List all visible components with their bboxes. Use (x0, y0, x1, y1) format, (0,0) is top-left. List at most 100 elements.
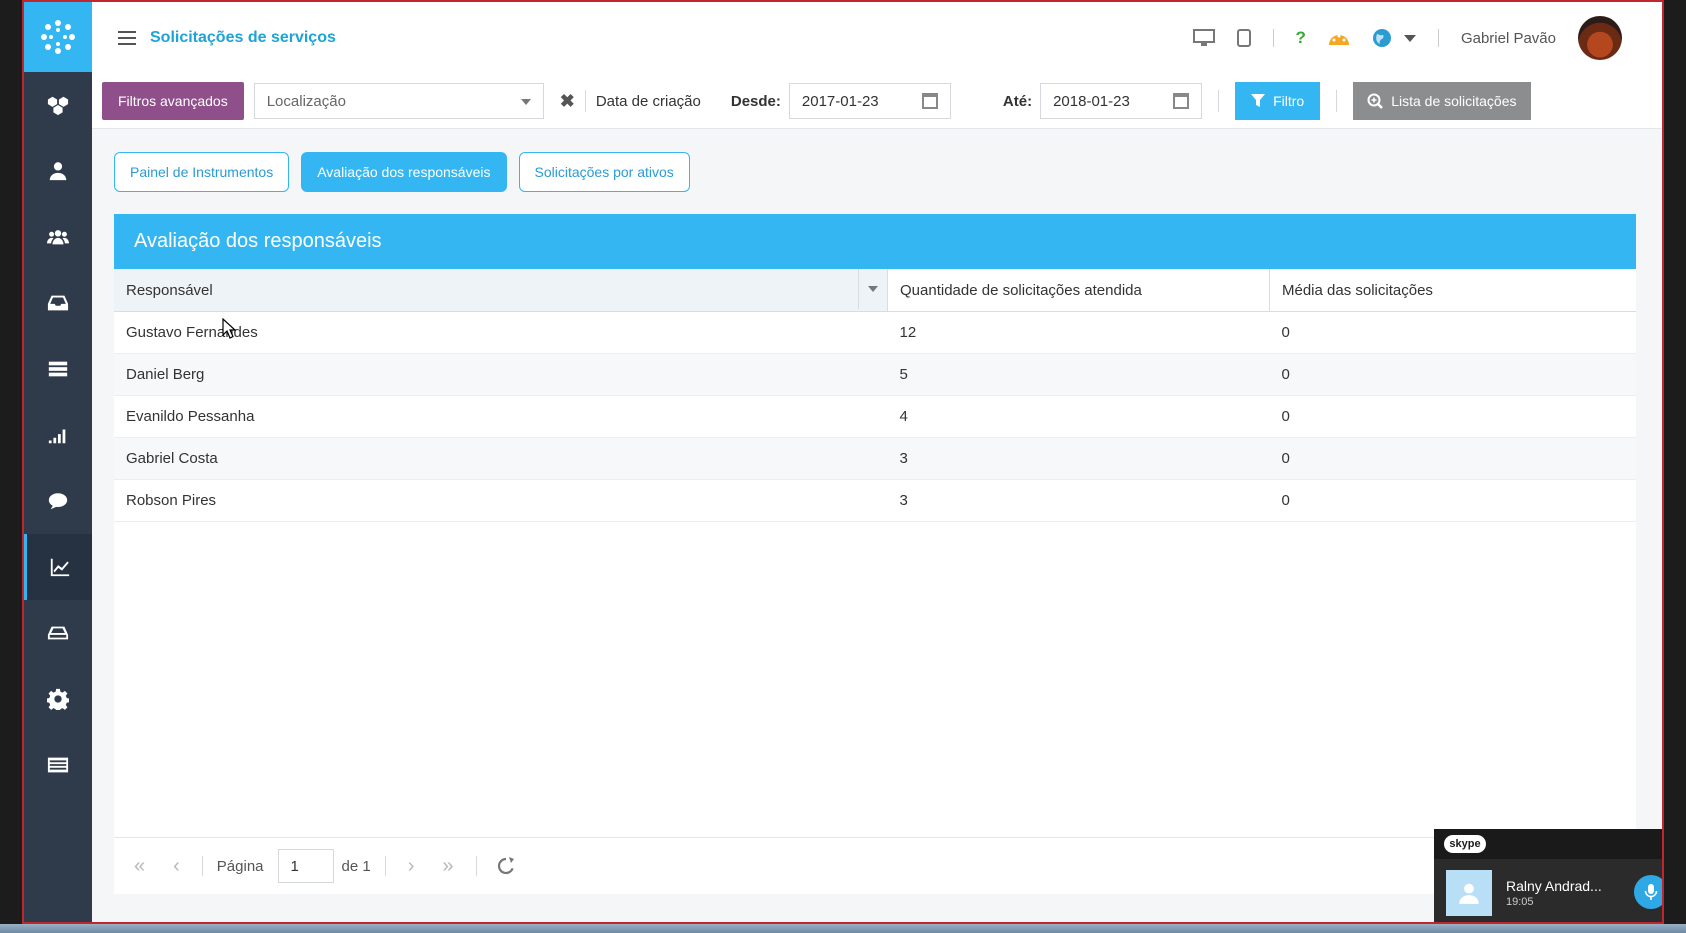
sidebar-item-reports[interactable] (24, 534, 92, 600)
to-date-value: 2018-01-23 (1053, 92, 1130, 110)
view-tabs: Painel de Instrumentos Avaliação dos res… (114, 152, 690, 192)
window-right-edge (1664, 0, 1686, 933)
call-time: 19:05 (1506, 895, 1534, 908)
sidebar-item-servers[interactable] (24, 336, 92, 402)
divider (1336, 90, 1338, 112)
skype-logo: skype (1444, 835, 1486, 853)
to-date-input[interactable]: 2018-01-23 (1040, 83, 1203, 119)
sidebar-item-user[interactable] (24, 138, 92, 204)
cell-average: 0 (1269, 311, 1636, 354)
user-icon (49, 162, 67, 181)
next-page-icon[interactable]: › (408, 855, 415, 878)
divider (1218, 90, 1220, 112)
app-window: Solicitações de serviços ? Gabriel Pavão… (22, 0, 1664, 924)
cell-responsible: Daniel Berg (114, 353, 888, 396)
cell-count: 3 (887, 479, 1270, 522)
os-taskbar (0, 924, 1686, 933)
chevron-down-icon (868, 286, 878, 292)
skype-notification[interactable]: skype Ralny Andrad... 19:05 (1434, 829, 1662, 922)
sidebar-item-chat[interactable] (24, 468, 92, 534)
skype-call-card[interactable]: Ralny Andrad... 19:05 (1434, 859, 1662, 922)
tab-requests-by-asset[interactable]: Solicitações por ativos (518, 152, 690, 192)
column-header-count[interactable]: Quantidade de solicitações atendida (887, 269, 1270, 312)
tab-responsible-evaluation[interactable]: Avaliação dos responsáveis (301, 152, 507, 192)
to-label: Até: (1002, 92, 1033, 110)
cell-average: 0 (1269, 353, 1636, 396)
sidebar-item-signal[interactable] (24, 402, 92, 468)
inbox-icon (47, 295, 69, 311)
signal-bars-icon (48, 429, 66, 444)
from-date-input[interactable]: 2017-01-23 (788, 83, 951, 119)
from-date-value: 2017-01-23 (801, 92, 879, 110)
evaluation-panel: Avaliação dos responsáveis Responsável Q… (114, 214, 1636, 894)
table-row[interactable]: Daniel Berg 5 0 (114, 353, 1636, 396)
page-number-input[interactable]: 1 (277, 849, 334, 883)
hard-drive-icon (47, 626, 69, 640)
divider (475, 856, 477, 876)
column-menu-button[interactable] (858, 269, 887, 309)
column-header-label: Responsável (126, 281, 213, 299)
table-row[interactable]: Gustavo Fernandes 12 0 (114, 311, 1636, 354)
tab-dashboard[interactable]: Painel de Instrumentos (114, 152, 290, 192)
filter-button[interactable]: Filtro (1235, 82, 1321, 120)
cell-average: 0 (1269, 479, 1636, 522)
page-number-value: 1 (290, 857, 299, 875)
cell-responsible: Gabriel Costa (114, 437, 888, 480)
sidebar-item-settings[interactable] (24, 666, 92, 732)
first-page-icon[interactable]: « (134, 855, 145, 878)
advanced-filters-button[interactable]: Filtros avançados (102, 82, 244, 120)
page-count-label: de 1 (341, 857, 371, 875)
microphone-button[interactable] (1634, 875, 1662, 909)
table-row[interactable]: Gabriel Costa 3 0 (114, 437, 1636, 480)
sidebar-item-list[interactable] (24, 732, 92, 798)
help-icon[interactable]: ? (1296, 28, 1306, 48)
calendar-icon[interactable] (1173, 93, 1190, 109)
top-right-actions: ? Gabriel Pavão (1192, 2, 1622, 74)
column-header-average[interactable]: Média das solicitações (1269, 269, 1636, 312)
calendar-icon[interactable] (921, 93, 938, 109)
clear-icon[interactable]: ✖ (560, 91, 575, 112)
sidebar-item-inbox[interactable] (24, 270, 92, 336)
last-page-icon[interactable]: » (442, 855, 453, 878)
sidebar-item-storage[interactable] (24, 600, 92, 666)
dashboard-gauge-icon[interactable] (1328, 29, 1350, 47)
sidebar (24, 2, 92, 922)
prev-page-icon[interactable]: ‹ (173, 855, 180, 878)
cell-count: 3 (887, 437, 1270, 480)
user-name[interactable]: Gabriel Pavão (1461, 30, 1556, 47)
line-chart-icon (50, 558, 69, 577)
request-list-button[interactable]: Lista de solicitações (1353, 82, 1531, 120)
microphone-icon (1644, 884, 1658, 900)
refresh-icon[interactable] (497, 857, 515, 875)
menu-icon[interactable] (118, 31, 136, 45)
desktop-icon[interactable] (1192, 29, 1215, 47)
table-row[interactable]: Robson Pires 3 0 (114, 479, 1636, 522)
request-list-label: Lista de solicitações (1391, 93, 1517, 109)
chevron-down-icon[interactable] (1403, 34, 1416, 42)
cell-responsible: Evanildo Pessanha (114, 395, 888, 438)
panel-title: Avaliação dos responsáveis (114, 214, 1636, 269)
cell-average: 0 (1269, 437, 1636, 480)
mouse-cursor-icon (222, 318, 236, 339)
zoom-in-icon (1367, 93, 1384, 109)
sidebar-item-groups[interactable] (24, 204, 92, 270)
responsible-table: Responsável Quantidade de solicitações a… (114, 269, 1636, 522)
table-row[interactable]: Evanildo Pessanha 4 0 (114, 395, 1636, 438)
contact-avatar (1446, 869, 1492, 916)
location-select[interactable]: Localização (253, 83, 544, 119)
sidebar-item-assets[interactable] (24, 72, 92, 138)
filter-bar: Filtros avançados Localização ✖ Data de … (92, 74, 1662, 129)
cell-count: 5 (887, 353, 1270, 396)
person-icon (1459, 883, 1479, 904)
app-logo[interactable] (24, 2, 92, 72)
list-icon (47, 757, 69, 773)
globe-icon[interactable] (1372, 28, 1392, 48)
page-title: Solicitações de serviços (150, 29, 336, 46)
users-icon (47, 230, 69, 245)
divider (384, 856, 386, 876)
tablet-icon[interactable] (1236, 29, 1251, 47)
column-header-responsible[interactable]: Responsável (114, 269, 888, 312)
created-date-label: Data de criação (595, 92, 701, 110)
avatar[interactable] (1578, 16, 1622, 60)
filter-button-label: Filtro (1273, 93, 1305, 109)
